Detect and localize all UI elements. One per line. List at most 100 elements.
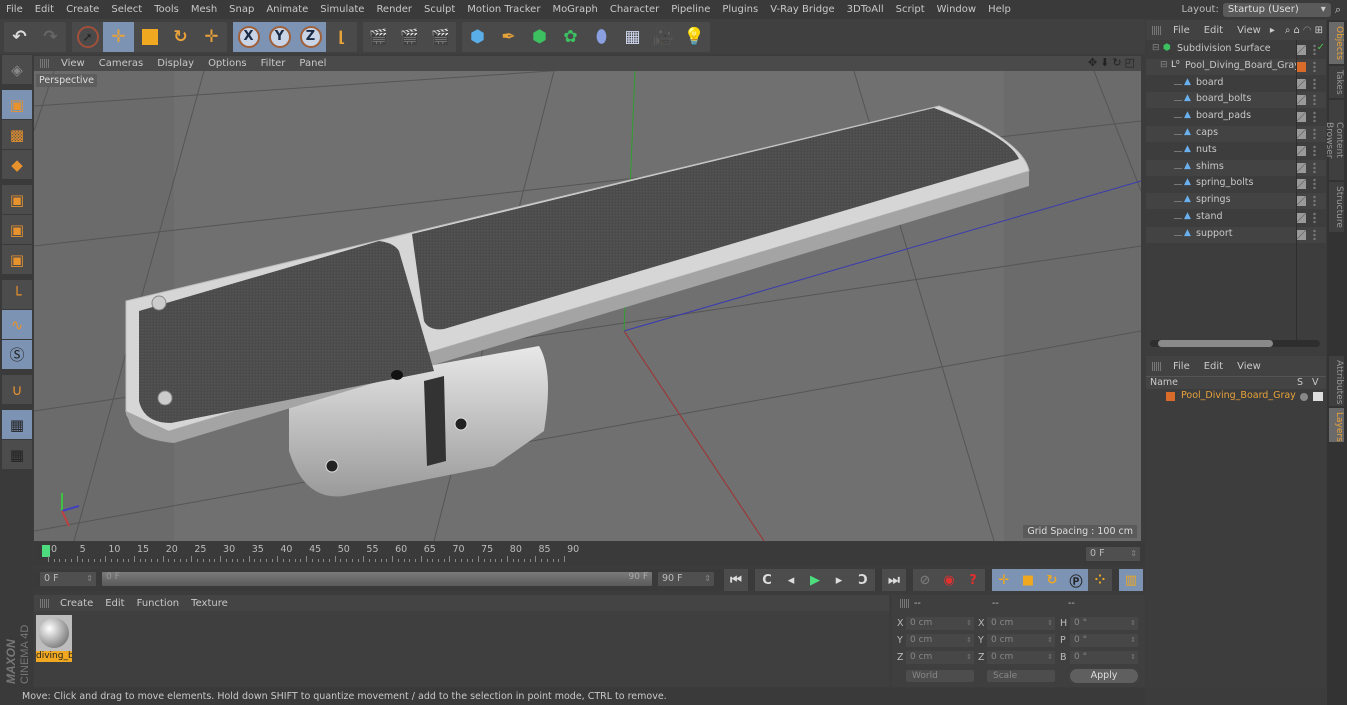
visibility-dots-icon[interactable] bbox=[1313, 77, 1316, 89]
menu-motion-tracker[interactable]: Motion Tracker bbox=[461, 4, 546, 15]
next-frame-icon[interactable]: ▸ bbox=[827, 569, 851, 591]
visibility-dots-icon[interactable] bbox=[1313, 60, 1316, 72]
orbit-icon[interactable]: ↻ bbox=[1112, 56, 1121, 69]
display-color-icon[interactable] bbox=[1296, 162, 1306, 173]
new-window-icon[interactable]: ⊞ bbox=[1315, 25, 1323, 36]
subdivision-surface-icon[interactable]: ⬢ bbox=[524, 22, 555, 52]
polygons-mode-icon[interactable]: ▣ bbox=[2, 245, 32, 274]
panel-grip-icon[interactable] bbox=[900, 599, 910, 608]
display-color-icon[interactable] bbox=[1296, 129, 1306, 139]
more-arrow-icon[interactable]: ▸ bbox=[1270, 25, 1275, 36]
object-name[interactable]: Pool_Diving_Board_Gray bbox=[1185, 60, 1300, 71]
expand-toggle-icon[interactable]: ⊟ bbox=[1152, 43, 1160, 53]
material-menu-texture[interactable]: Texture bbox=[185, 598, 234, 609]
object-row[interactable]: ⊟ ⬢ Subdivision Surface ✓ bbox=[1146, 42, 1326, 58]
display-color-icon[interactable] bbox=[1296, 145, 1306, 156]
redo-icon[interactable]: ↷ bbox=[35, 22, 66, 52]
display-color-icon[interactable] bbox=[1296, 78, 1306, 89]
object-row[interactable]: ▲ support bbox=[1146, 226, 1326, 243]
texture-mode-icon[interactable]: ▩ bbox=[2, 120, 32, 149]
menu-plugins[interactable]: Plugins bbox=[716, 4, 764, 15]
layer-name[interactable]: Pool_Diving_Board_Gray bbox=[1181, 390, 1296, 401]
object-name[interactable]: nuts bbox=[1196, 144, 1217, 155]
rotation-key-icon[interactable]: ↻ bbox=[1040, 569, 1064, 591]
menu-3dtoall[interactable]: 3DToAll bbox=[841, 4, 890, 15]
parameter-key-icon[interactable]: Ⓟ bbox=[1064, 569, 1088, 591]
viewport-menu-panel[interactable]: Panel bbox=[292, 58, 333, 69]
tab-structure[interactable]: Structure bbox=[1329, 182, 1344, 232]
previous-frame-icon[interactable]: ◂ bbox=[779, 569, 803, 591]
record-active-icon[interactable]: ◉ bbox=[937, 569, 961, 591]
y-axis-icon[interactable]: Y bbox=[264, 21, 295, 52]
timeline-window-icon[interactable]: ▥ bbox=[1119, 569, 1143, 591]
next-key-icon[interactable]: Ↄ bbox=[851, 569, 875, 591]
viewport-menu-filter[interactable]: Filter bbox=[254, 58, 293, 69]
menu-render[interactable]: Render bbox=[370, 4, 418, 15]
object-name[interactable]: support bbox=[1196, 228, 1232, 239]
layer-menu-edit[interactable]: Edit bbox=[1197, 361, 1230, 372]
rot-b-field[interactable]: 0 ° bbox=[1070, 651, 1138, 664]
render-to-picture-viewer-icon[interactable]: 🎬 bbox=[394, 22, 425, 52]
coordinate-system-icon[interactable]: ⌊ bbox=[326, 22, 357, 52]
visible-column-header[interactable]: V bbox=[1312, 377, 1319, 388]
menu-edit[interactable]: Edit bbox=[29, 4, 60, 15]
visibility-toggle-icon[interactable] bbox=[1313, 392, 1323, 401]
pos-z-field[interactable]: 0 cm bbox=[906, 651, 974, 664]
apply-button[interactable]: Apply bbox=[1070, 669, 1138, 683]
search-icon[interactable]: ⌕ bbox=[1335, 3, 1341, 17]
visibility-dots-icon[interactable] bbox=[1313, 144, 1316, 156]
make-editable-icon[interactable]: ◈ bbox=[2, 55, 32, 84]
deformer-icon[interactable]: ⬮ bbox=[586, 22, 617, 52]
panel-grip-icon[interactable] bbox=[40, 598, 50, 608]
object-row[interactable]: ▲ nuts bbox=[1146, 143, 1326, 159]
object-row[interactable]: ▲ stand bbox=[1146, 210, 1326, 226]
material-menu-create[interactable]: Create bbox=[54, 598, 99, 609]
visibility-dots-icon[interactable] bbox=[1313, 44, 1316, 55]
menu-window[interactable]: Window bbox=[931, 4, 982, 15]
material-item[interactable]: diving_b bbox=[36, 615, 72, 663]
object-name[interactable]: Subdivision Surface bbox=[1177, 43, 1271, 54]
home-icon[interactable]: ⌂ bbox=[1293, 25, 1299, 36]
display-color-icon[interactable] bbox=[1296, 179, 1306, 190]
motion-record-icon[interactable]: ⊘ bbox=[913, 569, 937, 591]
object-name[interactable]: board_pads bbox=[1196, 110, 1251, 121]
cube-icon[interactable]: ⬢ bbox=[462, 22, 493, 52]
pan-icon[interactable]: ✥ bbox=[1088, 56, 1097, 69]
object-menu-view[interactable]: View bbox=[1230, 25, 1268, 36]
floor-icon[interactable]: ▦ bbox=[617, 22, 648, 52]
render-view-icon[interactable]: 🎬 bbox=[363, 22, 394, 52]
solo-toggle-icon[interactable] bbox=[1300, 393, 1308, 401]
menu-vray-bridge[interactable]: V-Ray Bridge bbox=[764, 4, 840, 15]
pen-icon[interactable]: ✒ bbox=[493, 22, 524, 52]
camera-label[interactable]: Perspective bbox=[36, 74, 98, 87]
autokey-icon[interactable]: ? bbox=[961, 569, 985, 591]
menu-tools[interactable]: Tools bbox=[148, 4, 185, 15]
layer-row[interactable]: Pool_Diving_Board_Gray bbox=[1146, 390, 1326, 404]
object-row[interactable]: ⊟ L⁰ Pool_Diving_Board_Gray bbox=[1146, 58, 1326, 75]
frame-range-slider[interactable]: 0 F 90 F bbox=[102, 572, 652, 586]
maximize-icon[interactable]: ◰ bbox=[1125, 56, 1135, 69]
undo-icon[interactable]: ↶ bbox=[4, 22, 35, 52]
tweak-mode-icon[interactable]: ∿ bbox=[2, 310, 32, 339]
visibility-dots-icon[interactable] bbox=[1313, 161, 1316, 173]
viewport-menu-display[interactable]: Display bbox=[150, 58, 201, 69]
model-mode-icon[interactable]: ▣ bbox=[2, 90, 32, 119]
size-y-field[interactable]: 0 cm bbox=[987, 634, 1055, 647]
go-to-start-icon[interactable]: ⏮ bbox=[724, 569, 748, 591]
solo-icon[interactable]: Ⓢ bbox=[2, 340, 32, 369]
live-selection-icon[interactable]: ➚ bbox=[72, 22, 103, 52]
previous-key-icon[interactable]: C bbox=[755, 569, 779, 591]
size-mode-dropdown[interactable]: Scale bbox=[987, 670, 1055, 682]
3d-viewport[interactable]: Perspective Grid Spacing : 100 cm bbox=[34, 71, 1141, 541]
object-name[interactable]: springs bbox=[1196, 194, 1231, 205]
material-menu-function[interactable]: Function bbox=[131, 598, 186, 609]
display-color-icon[interactable] bbox=[1296, 45, 1306, 55]
pos-x-field[interactable]: 0 cm bbox=[906, 617, 974, 630]
name-column-header[interactable]: Name bbox=[1150, 377, 1178, 388]
material-menu-edit[interactable]: Edit bbox=[99, 598, 130, 609]
end-frame-field[interactable]: 90 F bbox=[658, 572, 714, 586]
panel-grip-icon[interactable] bbox=[1152, 25, 1162, 35]
visibility-dots-icon[interactable] bbox=[1313, 178, 1316, 190]
tab-attributes[interactable]: Attributes bbox=[1329, 356, 1344, 406]
expand-toggle-icon[interactable]: ⊟ bbox=[1160, 60, 1168, 70]
